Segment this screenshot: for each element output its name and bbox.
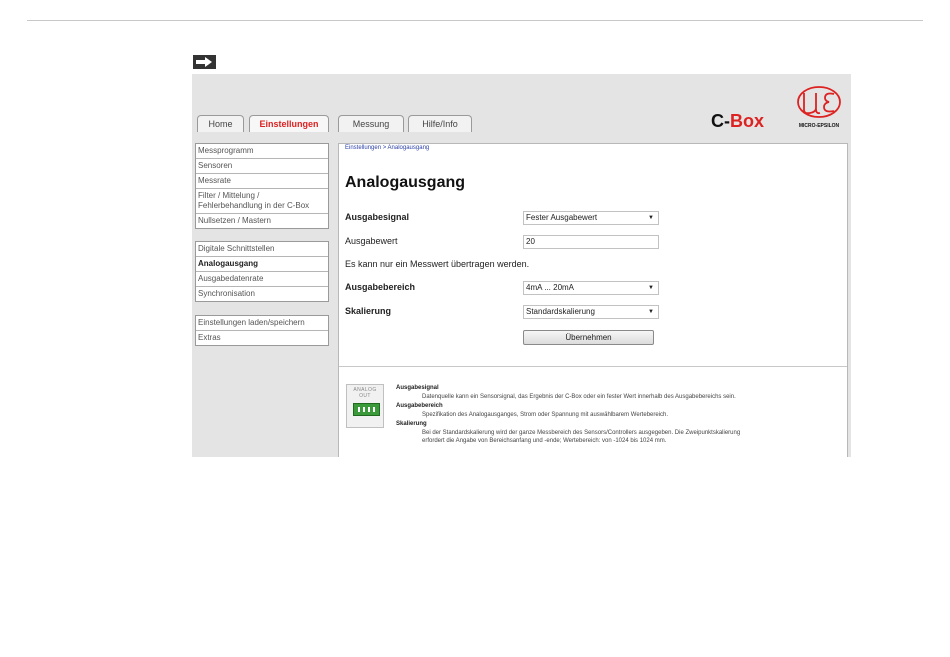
sidebar-item-extras[interactable]: Extras [196, 331, 328, 345]
sidebar-item-sensoren[interactable]: Sensoren [196, 159, 328, 174]
ausgabesignal-select[interactable]: Fester Ausgabewert ▼ [523, 211, 659, 225]
sidebar-item-nullsetzen[interactable]: Nullsetzen / Mastern [196, 214, 328, 228]
sidebar-item-digitale-schnittstellen[interactable]: Digitale Schnittstellen [196, 242, 328, 257]
tab-messung[interactable]: Messung [338, 115, 404, 132]
caret-down-icon: ▼ [648, 285, 654, 291]
sidebar-item-analogausgang[interactable]: Analogausgang [196, 257, 328, 272]
help-divider [339, 366, 847, 367]
logo-text: MICRO-EPSILON [798, 123, 840, 129]
main-content: Einstellungen > Analogausgang Analogausg… [338, 143, 848, 457]
ausgabesignal-value: Fester Ausgabewert [526, 213, 598, 222]
ausgabewert-input[interactable]: 20 [523, 235, 659, 249]
help-ausgabebereich-head: Ausgabebereich [396, 403, 443, 409]
help-ausgabesignal-text: Datenquelle kann ein Sensorsignal, das E… [422, 394, 736, 400]
ausgabebereich-label: Ausgabebereich [345, 282, 416, 292]
ausgabesignal-label: Ausgabesignal [345, 212, 410, 222]
info-text: Es kann nur ein Messwert übertragen werd… [345, 259, 530, 269]
tab-home[interactable]: Home [197, 115, 244, 132]
skalierung-select[interactable]: Standardskalierung ▼ [523, 305, 659, 319]
help-skalierung-text2: erfordert die Angabe von Bereichsanfang … [422, 438, 667, 444]
cbox-web-interface: Home Einstellungen Messung Hilfe/Info C-… [192, 74, 851, 457]
right-arrow-icon [193, 55, 216, 69]
sidebar-item-messprogramm[interactable]: Messprogramm [196, 144, 328, 159]
analog-out-icon: ANALOG OUT [346, 384, 384, 428]
sidebar-item-ausgabedatenrate[interactable]: Ausgabedatenrate [196, 272, 328, 287]
ausgabebereich-select[interactable]: 4mA ... 20mA ▼ [523, 281, 659, 295]
apply-button[interactable]: Übernehmen [523, 330, 654, 345]
sidebar-item-einstellungen-laden[interactable]: Einstellungen laden/speichern [196, 316, 328, 331]
tab-einstellungen[interactable]: Einstellungen [249, 115, 329, 132]
connector-graphic [353, 403, 380, 416]
ausgabebereich-value: 4mA ... 20mA [526, 283, 575, 292]
help-skalierung-text1: Bei der Standardskalierung wird der ganz… [422, 430, 741, 436]
sidebar-item-messrate[interactable]: Messrate [196, 174, 328, 189]
caret-down-icon: ▼ [648, 215, 654, 221]
breadcrumb[interactable]: Einstellungen > Analogausgang [345, 145, 429, 151]
sidebar-group-measurement: Messprogramm Sensoren Messrate Filter / … [195, 143, 329, 229]
caret-down-icon: ▼ [648, 309, 654, 315]
top-divider [27, 20, 923, 21]
sidebar-item-filter[interactable]: Filter / Mittelung / Fehlerbehandlung in… [196, 189, 328, 214]
ausgabewert-label: Ausgabewert [345, 236, 398, 246]
analog-out-line2: OUT [359, 393, 371, 399]
sidebar-group-extras: Einstellungen laden/speichern Extras [195, 315, 329, 346]
help-ausgabebereich-text: Spezifikation des Analogausganges, Strom… [422, 412, 669, 418]
page-title: Analogausgang [345, 174, 466, 191]
tab-hilfe-info[interactable]: Hilfe/Info [408, 115, 472, 132]
help-skalierung-head: Skalierung [396, 421, 427, 427]
sidebar-item-synchronisation[interactable]: Synchronisation [196, 287, 328, 301]
brand-suffix: Box [730, 111, 765, 131]
skalierung-value: Standardskalierung [526, 307, 595, 316]
brand-title: C-Box [711, 111, 764, 132]
help-ausgabesignal-head: Ausgabesignal [396, 385, 439, 391]
brand-prefix: C- [711, 111, 730, 131]
skalierung-label: Skalierung [345, 306, 392, 316]
sidebar-group-outputs: Digitale Schnittstellen Analogausgang Au… [195, 241, 329, 302]
